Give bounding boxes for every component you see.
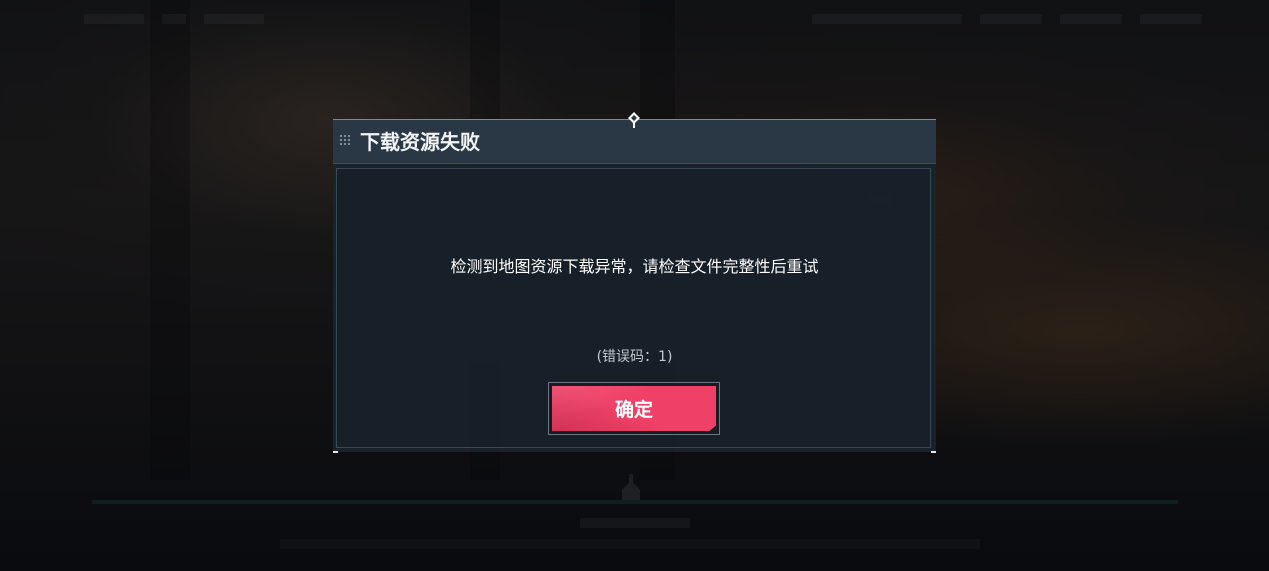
dialog-title: 下载资源失败 xyxy=(360,130,480,154)
download-failed-dialog: 下载资源失败 检测到地图资源下载异常，请检查文件完整性后重试 (错误码：1) 确… xyxy=(333,112,936,453)
corner-mark-bottom-left xyxy=(333,451,338,453)
error-message: 检测到地图资源下载异常，请检查文件完整性后重试 xyxy=(450,257,819,276)
confirm-button[interactable]: 确定 xyxy=(552,386,716,431)
corner-mark-bottom-right xyxy=(931,451,936,453)
error-code: (错误码：1) xyxy=(596,349,673,365)
grip-dots-icon xyxy=(340,135,350,145)
diamond-ornament-icon xyxy=(628,112,640,128)
